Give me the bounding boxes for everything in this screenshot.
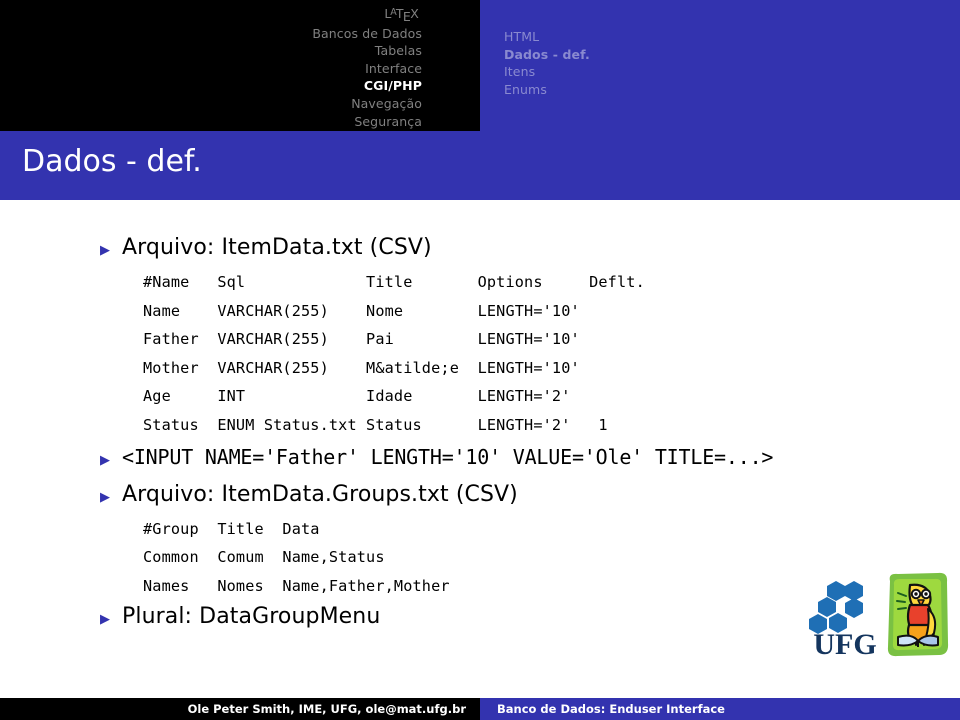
nav-item-itens[interactable]: Itens (504, 63, 535, 81)
latex-logo: LATEX (384, 6, 419, 24)
bullet-label-arquivo-groups: Arquivo: ItemData.Groups.txt (CSV) (122, 481, 518, 507)
bullet-triangle-icon: ▶ (100, 612, 110, 628)
nav-item-interface[interactable]: Interface (365, 60, 422, 78)
nav-item-seguranca[interactable]: Segurança (354, 113, 422, 131)
nav-item-cgi-php[interactable]: CGI/PHP (364, 77, 422, 95)
nav-item-tabelas[interactable]: Tabelas (375, 42, 422, 60)
slide-title-bar: Dados - def. (0, 131, 960, 200)
logo-group: UFG (806, 571, 952, 659)
bullet-triangle-icon: ▶ (100, 452, 110, 468)
footer-bar: Ole Peter Smith, IME, UFG, ole@mat.ufg.b… (0, 698, 960, 720)
nav-item-enums[interactable]: Enums (504, 81, 547, 99)
nav-item-navegacao[interactable]: Navegação (351, 95, 422, 113)
page-title: Dados - def. (22, 144, 202, 179)
bullet-label-input-tag: <INPUT NAME='Father' LENGTH='10' VALUE='… (122, 444, 774, 469)
content-block-itemdata: ▶ Arquivo: ItemData.txt (CSV) #Name Sql … (0, 231, 960, 440)
slide-content-area: ▶ Arquivo: ItemData.txt (CSV) #Name Sql … (0, 200, 960, 667)
bullet-triangle-icon: ▶ (100, 243, 110, 258)
nav-item-bancos-de-dados[interactable]: Bancos de Dados (312, 25, 422, 43)
secondary-nav-pane: HTML Dados - def. Itens Enums (480, 0, 960, 131)
footer-author: Ole Peter Smith, IME, UFG, ole@mat.ufg.b… (0, 698, 480, 720)
bullet-label-arquivo-itemdata: Arquivo: ItemData.txt (CSV) (122, 235, 432, 260)
bullet-row: ▶ Arquivo: ItemData.txt (CSV) (0, 231, 960, 268)
ufg-logo: UFG (809, 581, 877, 657)
bullet-row: ▶ <INPUT NAME='Father' LENGTH='10' VALUE… (0, 440, 960, 478)
bullet-triangle-icon: ▶ (100, 489, 110, 505)
nav-item-html[interactable]: HTML (504, 28, 539, 46)
code-table-itemdata: #Name Sql Title Options Deflt. Name VARC… (143, 273, 645, 434)
bullet-label-plural: Plural: DataGroupMenu (122, 604, 381, 630)
primary-nav-pane: LATEX Bancos de Dados Tabelas Interface … (0, 0, 480, 131)
footer-presentation-title: Banco de Dados: Enduser Interface (480, 698, 960, 720)
nav-item-dados-def[interactable]: Dados - def. (504, 46, 590, 64)
bullet-row: ▶ Arquivo: ItemData.Groups.txt (CSV) (0, 478, 960, 515)
content-block-input-tag: ▶ <INPUT NAME='Father' LENGTH='10' VALUE… (0, 440, 960, 478)
owl-logo (887, 572, 949, 657)
header-navigation-bar: LATEX Bancos de Dados Tabelas Interface … (0, 0, 960, 131)
ufg-logo-text: UFG (813, 628, 876, 657)
